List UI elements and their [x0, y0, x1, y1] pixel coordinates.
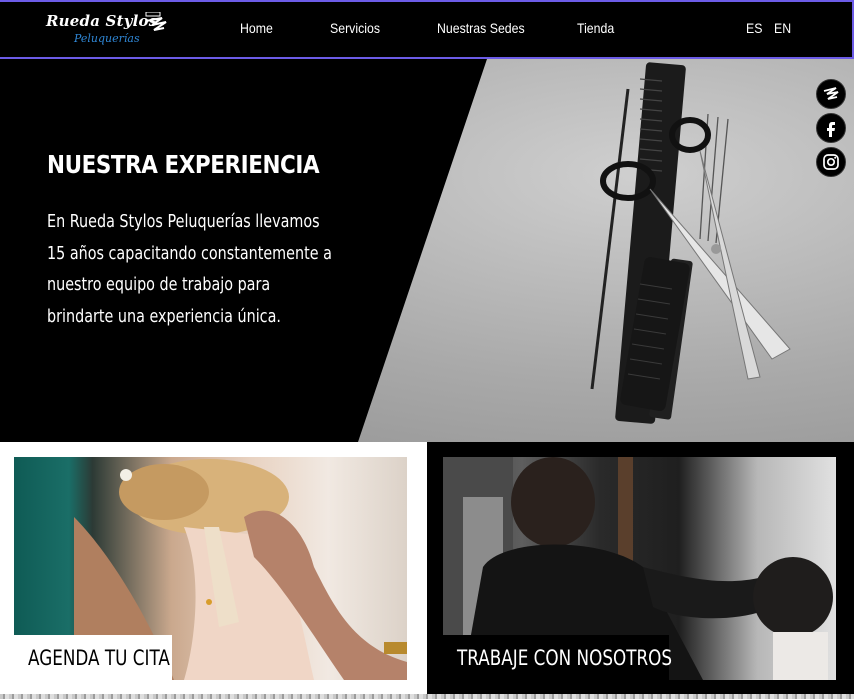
main-nav: Home Servicios Nuestras Sedes Tienda ES … — [0, 2, 852, 57]
facebook-icon — [827, 122, 835, 137]
language-en[interactable]: EN — [774, 20, 791, 36]
trabaje-con-nosotros-button[interactable]: TRABAJE CON NOSOTROS — [443, 635, 673, 680]
nav-nuestras-sedes[interactable]: Nuestras Sedes — [437, 20, 525, 36]
facebook-button[interactable] — [816, 113, 846, 143]
trabaje-con-nosotros-label: TRABAJE CON NOSOTROS — [457, 646, 673, 670]
nav-tienda[interactable]: Tienda — [577, 20, 614, 36]
agenda-tu-cita-label: AGENDA TU CITA — [28, 646, 170, 670]
top-navigation-bar: Rueda Stylos Peluquerías Home Servicios … — [0, 0, 854, 59]
hero-description: En Rueda Stylos Peluquerías llevamos 15 … — [47, 207, 334, 333]
brand-icon — [823, 87, 839, 100]
hero-line: nuestro equipo de trabajo para — [47, 275, 271, 295]
hero-title: NUESTRA EXPERIENCIA — [47, 150, 320, 179]
hero-line: brindarte una experiencia única. — [47, 306, 281, 327]
nav-home[interactable]: Home — [240, 20, 273, 36]
hero-line: 15 años capacitando constantemente a — [47, 243, 332, 264]
agenda-tu-cita-button[interactable]: AGENDA TU CITA — [14, 635, 172, 680]
nav-servicios[interactable]: Servicios — [330, 20, 380, 36]
hero-section: NUESTRA EXPERIENCIA En Rueda Stylos Pelu… — [0, 59, 854, 442]
footer-texture-strip — [0, 694, 854, 699]
hero-line: En Rueda Stylos Peluquerías llevamos — [47, 212, 320, 232]
instagram-button[interactable] — [816, 147, 846, 177]
brand-social-button[interactable] — [816, 79, 846, 109]
language-es[interactable]: ES — [746, 20, 762, 36]
instagram-icon — [823, 154, 839, 170]
